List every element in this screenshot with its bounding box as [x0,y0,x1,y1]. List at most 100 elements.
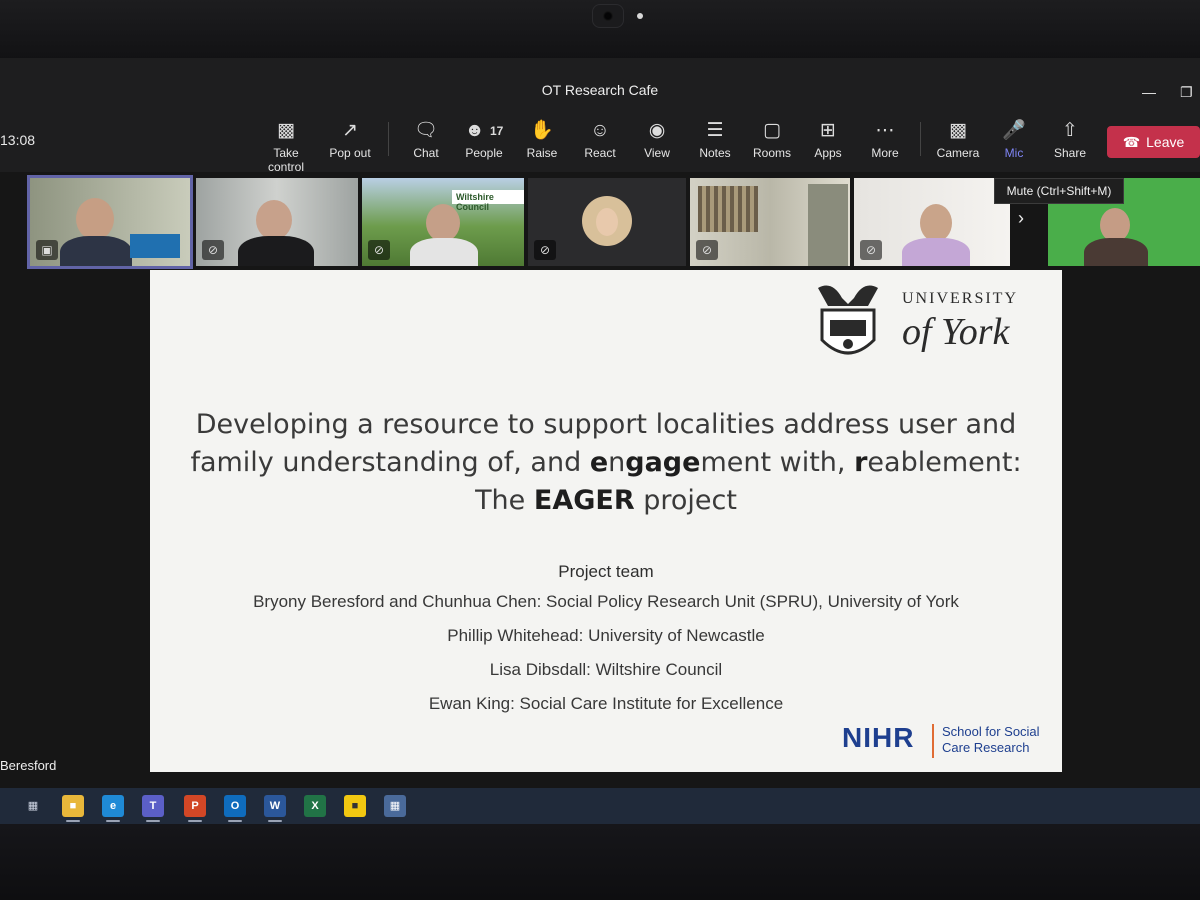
nihr-divider [932,724,934,758]
nihr-logo: NIHR [842,722,915,753]
notes-button[interactable]: ☰ Notes [683,118,747,160]
team-member-line: Bryony Beresford and Chunhua Chen: Socia… [253,592,959,611]
people-count: 17 [489,124,504,138]
mic-button[interactable]: 🎤 Mic [982,118,1046,160]
participant-tile[interactable]: ⊘ [528,178,686,266]
edge-browser-icon[interactable]: e [102,795,124,822]
more-label: More [871,146,899,160]
restore-icon[interactable]: ❐ [1180,84,1193,101]
taskbar: ▦ ■ e T P O W X ■ ▦ [0,788,1200,824]
pop-out-button[interactable]: ↗ Pop out [318,118,382,160]
take-control-icon: ▩ [277,120,295,141]
camera-button[interactable]: ▩ Camera [926,118,990,160]
meeting-timer: 13:08 [0,132,36,148]
meeting-title: OT Research Cafe [541,82,659,98]
participant-video [920,204,952,242]
pop-out-label: Pop out [329,146,371,160]
participant-tile[interactable]: ⊘ [690,178,850,266]
mic-off-icon: ⊘ [696,240,718,260]
share-button[interactable]: ⇧ Share [1038,118,1102,160]
participant-tile[interactable]: ⊘ [196,178,358,266]
toolbar-divider [388,122,389,156]
view-button[interactable]: ◉ View [625,118,689,160]
word-icon[interactable]: W [264,795,286,822]
raise-hand-button[interactable]: ✋ Raise [510,118,574,160]
people-icon: ☻ 17 [464,120,504,141]
title-emphasis: EAGER [533,485,635,516]
participant-tile[interactable]: Wiltshire Council ⊘ [362,178,524,266]
react-label: React [584,146,616,160]
rooms-label: Rooms [752,146,791,160]
meeting-toolbar: 13:08 ▩ Take control ↗ Pop out 🗨 Chat ☻ … [0,110,1200,174]
participant-video [426,204,460,242]
hand-icon: ✋ [530,120,554,141]
notes-label: Notes [699,146,731,160]
chat-button[interactable]: 🗨 Chat [394,118,458,160]
file-explorer-icon[interactable]: ■ [62,795,84,822]
notes-icon: ☰ [706,120,724,141]
camera-label: Camera [936,146,980,160]
webcam [592,4,624,28]
plus-icon: ⊞ [820,120,836,141]
team-member-line: Lisa Dibsdall: Wiltshire Council [489,660,723,679]
nihr-subtitle-line2: Care Research [942,740,1030,755]
laptop-bezel-bottom [0,824,1200,900]
toolbar-divider [920,122,921,156]
title-bar: OT Research Cafe — ❐ [0,58,1200,110]
laptop-bezel-top [0,0,1200,60]
share-label: Share [1053,146,1087,160]
avatar [582,196,632,246]
more-button[interactable]: ⋯ More [853,118,917,160]
minimize-icon[interactable]: — [1142,84,1156,100]
rooms-button[interactable]: ▢ Rooms [740,118,804,160]
teams-icon[interactable]: T [142,795,164,822]
pop-out-icon: ↗ [342,120,358,141]
participant-video [256,200,292,240]
powerpoint-icon[interactable]: P [184,795,206,822]
mic-off-icon: ⊘ [202,240,224,260]
rooms-icon: ▢ [763,120,781,141]
apps-button[interactable]: ⊞ Apps [796,118,860,160]
leave-button[interactable]: ☎ Leave [1107,126,1200,158]
shared-slide: UNIVERSITY of York Developing a resource… [150,270,1062,772]
microphone-icon: 🎤 [1002,120,1026,141]
raise-label: Raise [526,146,558,160]
slide-title: Developing a resource to support localit… [190,406,1022,520]
excel-icon[interactable]: X [304,795,326,817]
title-text: ment with, [700,447,855,478]
mic-off-icon: ⊘ [860,240,882,260]
chevron-right-icon[interactable]: › [1018,208,1024,229]
title-emphasis: r [854,447,868,478]
participant-video [1100,208,1130,242]
calculator-icon[interactable]: ▦ [384,795,406,817]
title-emphasis: g [625,447,645,478]
screen: OT Research Cafe — ❐ 13:08 ▩ Take contro… [0,58,1200,824]
participant-tile[interactable]: ⊘ [854,178,1010,266]
take-control-button[interactable]: ▩ Take control [254,118,318,174]
university-name-line2: of York [902,311,1010,353]
team-member-line: Phillip Whitehead: University of Newcast… [447,626,765,645]
team-member-line: Ewan King: Social Care Institute for Exc… [428,694,784,713]
title-emphasis: age [644,447,701,478]
wiltshire-council-sign: Wiltshire Council [456,192,494,212]
team-heading: Project team [558,562,654,581]
sticky-notes-icon[interactable]: ■ [344,795,366,817]
title-emphasis: e [589,447,609,478]
participant-video [76,198,114,240]
apps-label: Apps [814,146,842,160]
share-icon: ⇧ [1062,120,1078,141]
university-crest-logo [818,285,878,355]
people-button[interactable]: ☻ 17 People [452,118,516,160]
take-control-label: Take control [267,146,305,174]
outlook-icon[interactable]: O [224,795,246,822]
share-screen-icon: ▣ [36,240,58,260]
participant-tile-active-speaker[interactable]: ▣ [27,175,193,269]
mic-off-icon: ⊘ [368,240,390,260]
chat-label: Chat [413,146,439,160]
react-button[interactable]: ☺ React [568,118,632,160]
view-label: View [644,146,670,160]
more-icon: ⋯ [875,120,895,141]
university-name-line1: UNIVERSITY [902,290,1018,307]
mic-tooltip: Mute (Ctrl+Shift+M) [994,178,1124,204]
task-view-icon[interactable]: ▦ [22,795,44,817]
